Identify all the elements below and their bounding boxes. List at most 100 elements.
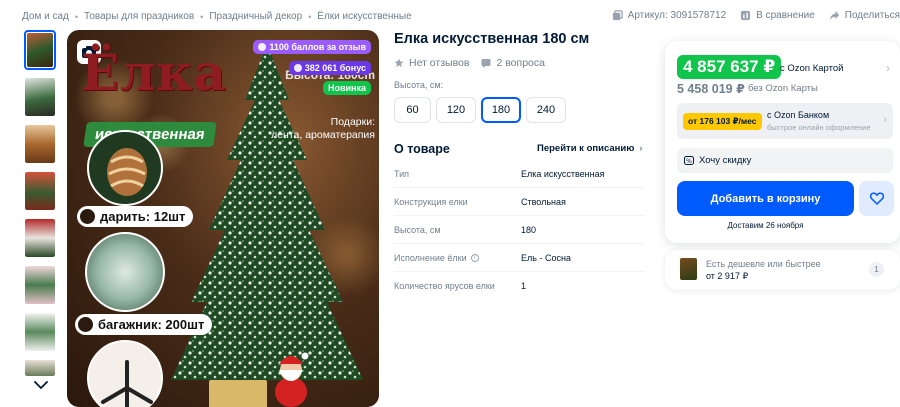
size-option-60[interactable]: 60 bbox=[394, 97, 431, 123]
thumbnail[interactable] bbox=[24, 312, 56, 352]
chevron-down-icon[interactable] bbox=[32, 378, 50, 392]
santa-icon bbox=[275, 352, 309, 407]
bonus-icon bbox=[293, 64, 302, 72]
heart-icon bbox=[869, 192, 884, 205]
spec-row: Высота, см 180 bbox=[394, 216, 644, 244]
card-price-label: с Ozon Картой bbox=[780, 63, 844, 74]
chevron-right-icon: › bbox=[883, 114, 887, 126]
thumbnail[interactable] bbox=[24, 265, 56, 305]
thumbnail[interactable] bbox=[24, 171, 56, 211]
thumbnail[interactable] bbox=[24, 30, 56, 70]
installment-badge: от 176 103 ₽/мес bbox=[683, 113, 762, 130]
article-number: Артикул: 3091578712 bbox=[627, 10, 727, 21]
info-icon[interactable]: i bbox=[470, 253, 479, 262]
pinecone-image bbox=[87, 130, 163, 206]
card-price[interactable]: 4 857 637 ₽ bbox=[677, 55, 782, 79]
svg-text:%: % bbox=[686, 158, 692, 165]
percent-chat-icon: % bbox=[684, 155, 694, 165]
reviews-text: Нет отзывов bbox=[409, 57, 470, 69]
spec-row: Исполнение ёлки i Ель - Сосна bbox=[394, 244, 644, 272]
points-badge[interactable]: 1100 баллов за отзыв bbox=[253, 40, 371, 54]
want-discount-text: Хочу скидку bbox=[699, 155, 752, 166]
gift-label-text: дарить: 12шт bbox=[100, 209, 186, 224]
main-image[interactable]: Ёлка искусственная Высота: 180cm Подарки… bbox=[67, 30, 379, 407]
breadcrumb-item[interactable]: Ёлки искусственные bbox=[317, 11, 411, 22]
size-option-180[interactable]: 180 bbox=[481, 97, 521, 123]
installment-subtitle: быстрое онлайн оформление bbox=[767, 123, 871, 132]
branch-image bbox=[85, 232, 165, 312]
questions-text: 2 вопроса bbox=[496, 57, 545, 69]
questions-link[interactable]: 2 вопроса bbox=[481, 57, 545, 69]
alternatives-count: 1 bbox=[869, 262, 884, 277]
price-card: 4 857 637 ₽ с Ozon Картой › 5 458 019 ₽ … bbox=[665, 41, 900, 243]
top-bar: Дом и сад • Товары для праздников • Праз… bbox=[0, 0, 900, 30]
thumbnail[interactable] bbox=[24, 77, 56, 117]
breadcrumb-separator: • bbox=[200, 11, 204, 22]
bullet-icon bbox=[78, 317, 93, 332]
bonus-badge[interactable]: 382 061 бонус bbox=[288, 61, 371, 75]
favorite-button[interactable] bbox=[859, 181, 894, 216]
share-button[interactable]: Поделиться bbox=[829, 10, 900, 21]
trunk-label-text: багажник: 200шт bbox=[98, 317, 205, 332]
breadcrumb-item[interactable]: Дом и сад bbox=[22, 11, 69, 22]
gift-label: дарить: 12шт bbox=[77, 206, 194, 227]
compare-label: В сравнение bbox=[756, 10, 815, 21]
thumbnail[interactable] bbox=[24, 124, 56, 164]
alternative-thumbnail bbox=[680, 258, 697, 280]
product-meta: Нет отзывов 2 вопроса bbox=[394, 57, 557, 69]
spec-value: Ствольная bbox=[521, 196, 566, 207]
compare-button[interactable]: В сравнение bbox=[740, 10, 815, 21]
alternatives-title: Есть дешевле или быстрее bbox=[706, 259, 821, 269]
go-to-description-text: Перейти к описанию bbox=[537, 143, 635, 154]
gift-box-image bbox=[209, 380, 267, 407]
spec-value: Ель - Сосна bbox=[521, 252, 571, 263]
spec-key-text: Исполнение ёлки bbox=[394, 252, 467, 263]
chevron-right-icon[interactable]: › bbox=[886, 61, 890, 75]
spec-value: Елка искусственная bbox=[521, 168, 605, 179]
spec-row: Конструкция елки Ствольная bbox=[394, 188, 644, 216]
bonus-text: 382 061 бонус bbox=[304, 63, 366, 73]
top-actions: Артикул: 3091578712 В сравнение Поделить… bbox=[598, 10, 900, 21]
reviews-link[interactable]: Нет отзывов bbox=[394, 57, 469, 69]
alternatives-price: от 2 917 ₽ bbox=[706, 271, 749, 281]
spec-key: Конструкция елки bbox=[394, 196, 468, 207]
breadcrumb-item[interactable]: Праздничный декор bbox=[209, 11, 302, 22]
gifts-line: Подарки: лента, ароматерапия bbox=[271, 116, 375, 141]
share-icon bbox=[829, 10, 839, 21]
add-to-cart-button[interactable]: Добавить в корзину bbox=[677, 181, 854, 216]
star-icon bbox=[394, 58, 404, 67]
size-label: Высота, см: bbox=[394, 80, 444, 90]
size-option-120[interactable]: 120 bbox=[436, 97, 476, 123]
spec-value: 1 bbox=[521, 281, 527, 291]
spec-key: Количество ярусов елки bbox=[394, 281, 495, 291]
size-option-240[interactable]: 240 bbox=[526, 97, 566, 123]
chevron-right-icon: › bbox=[639, 143, 643, 154]
article-copy[interactable]: Артикул: 3091578712 bbox=[612, 10, 726, 21]
compare-icon bbox=[741, 10, 751, 21]
spec-key: Высота, см bbox=[394, 224, 441, 235]
regular-price: 5 458 019 ₽ bbox=[677, 82, 745, 96]
delivery-date: Доставим 26 ноября bbox=[727, 221, 804, 230]
breadcrumb-separator: • bbox=[74, 11, 79, 22]
want-discount-button[interactable]: % Хочу скидку bbox=[677, 148, 893, 173]
points-text: 1100 баллов за отзыв bbox=[269, 42, 366, 52]
thumbnail[interactable] bbox=[24, 359, 56, 377]
installment-box[interactable]: от 176 103 ₽/мес с Ozon Банком быстрое о… bbox=[677, 103, 893, 139]
size-options: 60 120 180 240 bbox=[394, 97, 571, 123]
thumbnail[interactable] bbox=[24, 218, 56, 258]
spec-key: Исполнение ёлки i bbox=[394, 253, 521, 263]
breadcrumb-separator: • bbox=[308, 11, 312, 22]
cheaper-faster-card[interactable]: Есть дешевле или быстрее от 2 917 ₽ 1 bbox=[665, 250, 900, 290]
bullet-icon bbox=[80, 209, 95, 224]
tree-stand-icon bbox=[101, 360, 153, 407]
specs-table: Тип Елка искусственная Конструкция елки … bbox=[394, 160, 644, 300]
thumbnail-strip bbox=[24, 30, 58, 390]
points-icon bbox=[258, 43, 267, 51]
regular-price-label: без Ozon Карты bbox=[748, 83, 818, 94]
image-gifts-text: Подарки: лента, ароматерапия bbox=[271, 116, 375, 141]
spec-key: Тип bbox=[394, 168, 410, 179]
about-title: О товаре bbox=[394, 142, 450, 156]
spec-value: 180 bbox=[521, 224, 537, 235]
breadcrumb-item[interactable]: Товары для праздников bbox=[84, 11, 194, 22]
go-to-description-link[interactable]: Перейти к описанию › bbox=[537, 143, 643, 154]
